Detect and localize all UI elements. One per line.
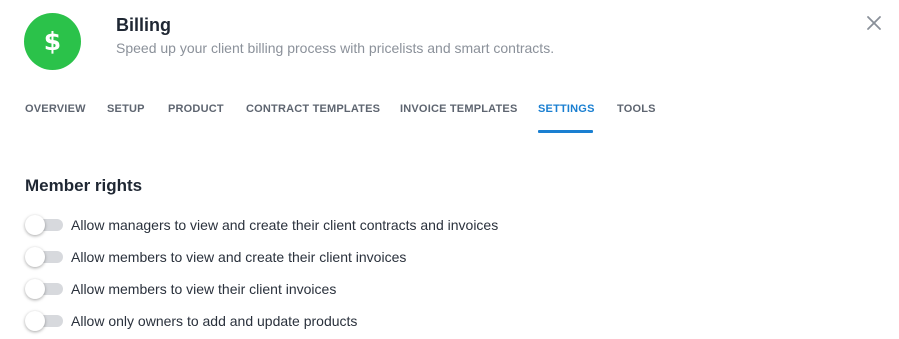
- setting-label: Allow only owners to add and update prod…: [71, 313, 358, 329]
- tab-settings[interactable]: SETTINGS: [538, 102, 595, 116]
- tab-invoice-templates[interactable]: INVOICE TEMPLATES: [400, 102, 517, 116]
- tab-overview[interactable]: OVERVIEW: [25, 102, 86, 116]
- tab-setup[interactable]: SETUP: [107, 102, 145, 116]
- tab-product[interactable]: PRODUCT: [168, 102, 224, 116]
- setting-label: Allow managers to view and create their …: [71, 217, 499, 233]
- toggle-knob: [25, 311, 45, 331]
- dollar-icon: $: [43, 27, 62, 56]
- page-subtitle: Speed up your client billing process wit…: [116, 40, 555, 56]
- tab-bar: OVERVIEW SETUP PRODUCT CONTRACT TEMPLATE…: [0, 96, 899, 136]
- toggle-knob: [25, 247, 45, 267]
- setting-label: Allow members to view and create their c…: [71, 249, 407, 265]
- tab-tools[interactable]: TOOLS: [617, 102, 656, 116]
- toggle-members-view-invoices[interactable]: [25, 279, 63, 299]
- setting-row: Allow managers to view and create their …: [25, 215, 498, 235]
- close-button[interactable]: [862, 11, 886, 35]
- setting-row: Allow only owners to add and update prod…: [25, 311, 357, 331]
- page-title: Billing: [116, 15, 171, 35]
- setting-row: Allow members to view and create their c…: [25, 247, 406, 267]
- toggle-owners-products[interactable]: [25, 311, 63, 331]
- toggle-members-view-create-invoices[interactable]: [25, 247, 63, 267]
- toggle-knob: [25, 279, 45, 299]
- close-icon: [867, 16, 881, 30]
- toggle-knob: [25, 215, 45, 235]
- billing-app-icon: $: [24, 13, 81, 70]
- tab-contract-templates[interactable]: CONTRACT TEMPLATES: [246, 102, 380, 116]
- active-tab-indicator: [538, 130, 593, 133]
- toggle-managers-contracts-invoices[interactable]: [25, 215, 63, 235]
- section-title-member-rights: Member rights: [25, 176, 143, 195]
- setting-row: Allow members to view their client invoi…: [25, 279, 336, 299]
- setting-label: Allow members to view their client invoi…: [71, 281, 337, 297]
